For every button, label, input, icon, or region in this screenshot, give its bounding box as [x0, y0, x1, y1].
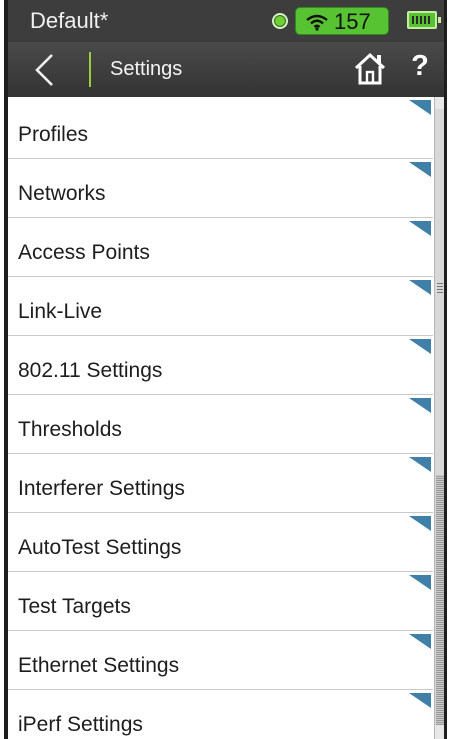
- scroll-up-arrow-icon[interactable]: [435, 97, 444, 109]
- scroll-thumb[interactable]: [436, 475, 444, 727]
- corner-marker-icon: [409, 339, 431, 354]
- settings-item-interferer-settings[interactable]: Interferer Settings: [8, 454, 433, 513]
- scroll-grip-icon: [437, 281, 443, 293]
- wifi-icon: [306, 14, 328, 31]
- wifi-count: 157: [334, 9, 371, 34]
- settings-item-autotest-settings[interactable]: AutoTest Settings: [8, 513, 433, 572]
- settings-item-link-live[interactable]: Link-Live: [8, 277, 433, 336]
- settings-item-label: iPerf Settings: [18, 713, 143, 736]
- settings-item-label: Test Targets: [18, 595, 131, 618]
- nav-bar: Settings ?: [8, 42, 444, 97]
- corner-marker-icon: [409, 693, 431, 708]
- status-bar: Default* 157: [8, 0, 444, 42]
- settings-item-ethernet-settings[interactable]: Ethernet Settings: [8, 631, 433, 690]
- profile-name[interactable]: Default*: [30, 8, 108, 34]
- settings-item-thresholds[interactable]: Thresholds: [8, 395, 433, 454]
- settings-item-networks[interactable]: Networks: [8, 159, 433, 218]
- settings-item-label: Access Points: [18, 241, 150, 264]
- corner-marker-icon: [409, 398, 431, 413]
- settings-item-access-points[interactable]: Access Points: [8, 218, 433, 277]
- settings-item-label: Interferer Settings: [18, 477, 185, 500]
- status-indicator-icon: [272, 13, 288, 29]
- corner-marker-icon: [409, 280, 431, 295]
- battery-icon: [407, 11, 441, 29]
- settings-item-label: Networks: [18, 182, 106, 205]
- settings-list: Profiles Networks Access Points Link-Liv…: [8, 97, 433, 739]
- settings-item-80211-settings[interactable]: 802.11 Settings: [8, 336, 433, 395]
- settings-item-profiles[interactable]: Profiles: [8, 97, 433, 159]
- page-title: Settings: [110, 58, 183, 80]
- corner-marker-icon: [409, 100, 431, 115]
- nav-divider: [89, 52, 91, 87]
- wifi-badge[interactable]: 157: [295, 7, 389, 35]
- corner-marker-icon: [409, 162, 431, 177]
- settings-item-label: Link-Live: [18, 300, 103, 323]
- corner-marker-icon: [409, 457, 431, 472]
- back-icon[interactable]: [28, 53, 64, 87]
- settings-item-label: 802.11 Settings: [18, 359, 163, 382]
- corner-marker-icon: [409, 634, 431, 649]
- settings-item-iperf-settings[interactable]: iPerf Settings: [8, 690, 433, 739]
- scroll-down-arrow-icon[interactable]: [435, 725, 444, 739]
- settings-item-test-targets[interactable]: Test Targets: [8, 572, 433, 631]
- corner-marker-icon: [409, 516, 431, 531]
- corner-marker-icon: [409, 575, 431, 590]
- help-button[interactable]: ?: [408, 50, 432, 83]
- device-screen: Default* 157 Settings ? Profiles Network…: [4, 0, 447, 739]
- corner-marker-icon: [409, 221, 431, 236]
- list-scrollbar[interactable]: [434, 97, 444, 739]
- settings-item-label: AutoTest Settings: [18, 536, 182, 559]
- settings-item-label: Ethernet Settings: [18, 654, 180, 677]
- settings-item-label: Profiles: [18, 123, 89, 146]
- settings-item-label: Thresholds: [18, 418, 122, 441]
- home-icon[interactable]: [352, 51, 388, 87]
